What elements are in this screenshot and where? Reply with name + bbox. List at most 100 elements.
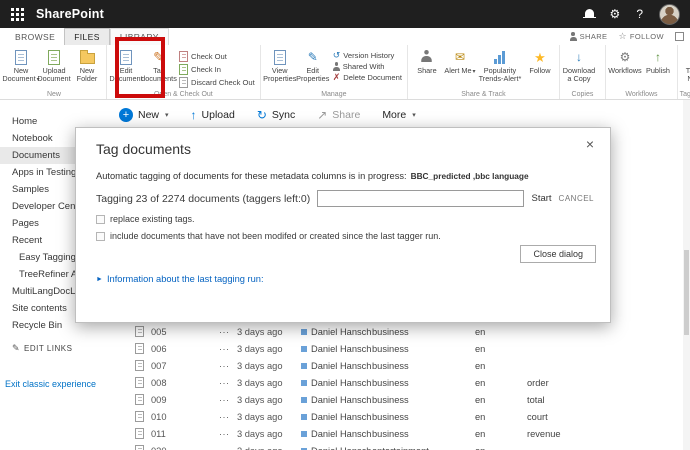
tag-documents-button[interactable]: ✎ Tag documents [143, 47, 175, 84]
ribbon-group-manage: View Properties ✎ Edit Properties ↺ Vers… [261, 45, 408, 99]
notifications-bell-icon[interactable] [585, 9, 594, 17]
ellipsis-menu-icon[interactable]: ··· [219, 327, 237, 337]
document-icon [135, 326, 144, 337]
table-row[interactable]: 008 ··· 3 days ago Daniel Hansch busines… [97, 374, 683, 391]
doc-name-cell[interactable]: 006 [151, 344, 219, 354]
delete-document-button[interactable]: ✗ Delete Document [333, 73, 402, 82]
doc-name-cell[interactable]: 007 [151, 361, 219, 371]
discard-check-out-button[interactable]: Discard Check Out [179, 77, 255, 88]
sidebar-item-label: Notebook [12, 133, 53, 144]
person-name[interactable]: Daniel Hansch [311, 446, 371, 450]
workflows-button[interactable]: ⚙ Workflows [609, 47, 641, 75]
doc-name-cell[interactable]: 008 [151, 378, 219, 388]
chevron-down-icon: ▾ [412, 111, 416, 119]
person-name[interactable]: Daniel Hansch [311, 361, 371, 371]
user-avatar[interactable] [659, 4, 680, 25]
alert-me-button[interactable]: ✉ Alert Me▾ [444, 47, 476, 76]
close-dialog-button[interactable]: Close dialog [520, 245, 596, 263]
shared-with-button[interactable]: Shared With [333, 62, 402, 71]
share-button-ribbon[interactable]: Share [411, 47, 443, 75]
publish-button[interactable]: ↑ Publish [642, 47, 674, 75]
table-row[interactable]: 010 ··· 3 days ago Daniel Hansch busines… [97, 408, 683, 425]
focus-mode-icon[interactable] [675, 32, 684, 41]
language-cell: en [475, 446, 527, 450]
modified-cell: 3 days ago [237, 361, 301, 371]
button-label: Popularity Trends-Alert* [477, 67, 523, 84]
ellipsis-menu-icon[interactable]: ··· [219, 446, 237, 450]
upload-button[interactable]: ↑ Upload [191, 109, 235, 121]
help-icon[interactable]: ? [636, 8, 643, 20]
keyword-cell: court [527, 412, 683, 422]
tags-and-notes-button[interactable]: Tags & Notes [681, 47, 690, 84]
scrollbar-thumb[interactable] [684, 250, 689, 335]
check-in-button[interactable]: Check In [179, 64, 255, 75]
ellipsis-menu-icon[interactable]: ··· [219, 361, 237, 371]
ellipsis-menu-icon[interactable]: ··· [219, 344, 237, 354]
doc-name-cell[interactable]: 011 [151, 429, 219, 439]
follow-action[interactable]: ☆ FOLLOW [618, 32, 664, 41]
category-cell: business [372, 361, 475, 371]
share-button[interactable]: ↗ Share [317, 109, 360, 121]
popularity-trends-button[interactable]: Popularity Trends-Alert* [477, 47, 523, 84]
table-row[interactable]: 011 ··· 3 days ago Daniel Hansch busines… [97, 425, 683, 442]
table-row[interactable]: 006 ··· 3 days ago Daniel Hansch busines… [97, 340, 683, 357]
new-document-button[interactable]: New Document▾ [5, 47, 37, 84]
check-out-button[interactable]: Check Out [179, 51, 255, 62]
ellipsis-menu-icon[interactable]: ··· [219, 429, 237, 439]
replace-tags-checkbox[interactable] [96, 215, 105, 224]
app-launcher-icon[interactable] [10, 7, 24, 21]
tag-documents-dialog: Tag documents × Automatic tagging of doc… [75, 127, 611, 323]
upload-document-button[interactable]: Upload Document [38, 47, 70, 84]
person-name[interactable]: Daniel Hansch [311, 327, 371, 337]
ellipsis-menu-icon[interactable]: ··· [219, 395, 237, 405]
modified-cell: 3 days ago [237, 395, 301, 405]
doc-name-cell[interactable]: 005 [151, 327, 219, 337]
table-row[interactable]: 020 ··· 3 days ago Daniel Hansch enterta… [97, 442, 683, 450]
suite-bar-actions: ⚙ ? [585, 4, 680, 25]
new-button[interactable]: + New ▾ [119, 108, 169, 122]
table-row[interactable]: 005 ··· 3 days ago Daniel Hansch busines… [97, 323, 683, 340]
tab-files[interactable]: FILES [64, 28, 110, 45]
category-cell: business [372, 429, 475, 439]
person-name[interactable]: Daniel Hansch [311, 412, 371, 422]
follow-button[interactable]: ★ Follow [524, 47, 556, 75]
download-a-copy-button[interactable]: ↓ Download a Copy [563, 47, 595, 84]
button-label: Alert Me▾ [444, 67, 475, 76]
start-link[interactable]: Start [531, 193, 551, 204]
new-folder-button[interactable]: New Folder [71, 47, 103, 84]
view-properties-button[interactable]: View Properties [264, 47, 296, 84]
person-name[interactable]: Daniel Hansch [311, 429, 371, 439]
version-history-button[interactable]: ↺ Version History [333, 51, 402, 60]
dialog-title: Tag documents [96, 141, 594, 157]
edit-document-button[interactable]: Edit Document [110, 47, 142, 84]
vertical-scrollbar[interactable] [683, 100, 690, 450]
suite-bar: SharePoint ⚙ ? [0, 0, 690, 28]
share-action[interactable]: SHARE [570, 32, 608, 41]
group-label: Workflows [606, 91, 677, 98]
table-row[interactable]: 007 ··· 3 days ago Daniel Hansch busines… [97, 357, 683, 374]
person-name[interactable]: Daniel Hansch [311, 395, 371, 405]
person-name[interactable]: Daniel Hansch [311, 378, 371, 388]
more-button[interactable]: More ▾ [382, 109, 415, 121]
last-tagging-run-link[interactable]: ► Information about the last tagging run… [96, 274, 594, 284]
table-row[interactable]: 009 ··· 3 days ago Daniel Hansch busines… [97, 391, 683, 408]
person-name[interactable]: Daniel Hansch [311, 344, 371, 354]
tab-browse[interactable]: BROWSE [6, 28, 64, 45]
include-unmodified-checkbox[interactable] [96, 232, 105, 241]
doc-name-cell[interactable]: 020 [151, 446, 219, 450]
doc-name-cell[interactable]: 010 [151, 412, 219, 422]
tab-library[interactable]: LIBRARY [110, 28, 169, 45]
tag-input[interactable] [317, 190, 524, 207]
cancel-link[interactable]: CANCEL [559, 194, 594, 203]
document-list: 005 ··· 3 days ago Daniel Hansch busines… [97, 323, 683, 450]
share-label: Share [332, 109, 360, 121]
doc-name-cell[interactable]: 009 [151, 395, 219, 405]
ellipsis-menu-icon[interactable]: ··· [219, 378, 237, 388]
sync-button[interactable]: ↻ Sync [257, 109, 295, 121]
ellipsis-menu-icon[interactable]: ··· [219, 412, 237, 422]
exit-classic-experience-link[interactable]: Exit classic experience [0, 379, 97, 389]
edit-properties-button[interactable]: ✎ Edit Properties [297, 47, 329, 84]
edit-links-button[interactable]: ✎ EDIT LINKS [0, 344, 97, 353]
close-icon[interactable]: × [581, 134, 599, 154]
settings-gear-icon[interactable]: ⚙ [610, 8, 621, 20]
